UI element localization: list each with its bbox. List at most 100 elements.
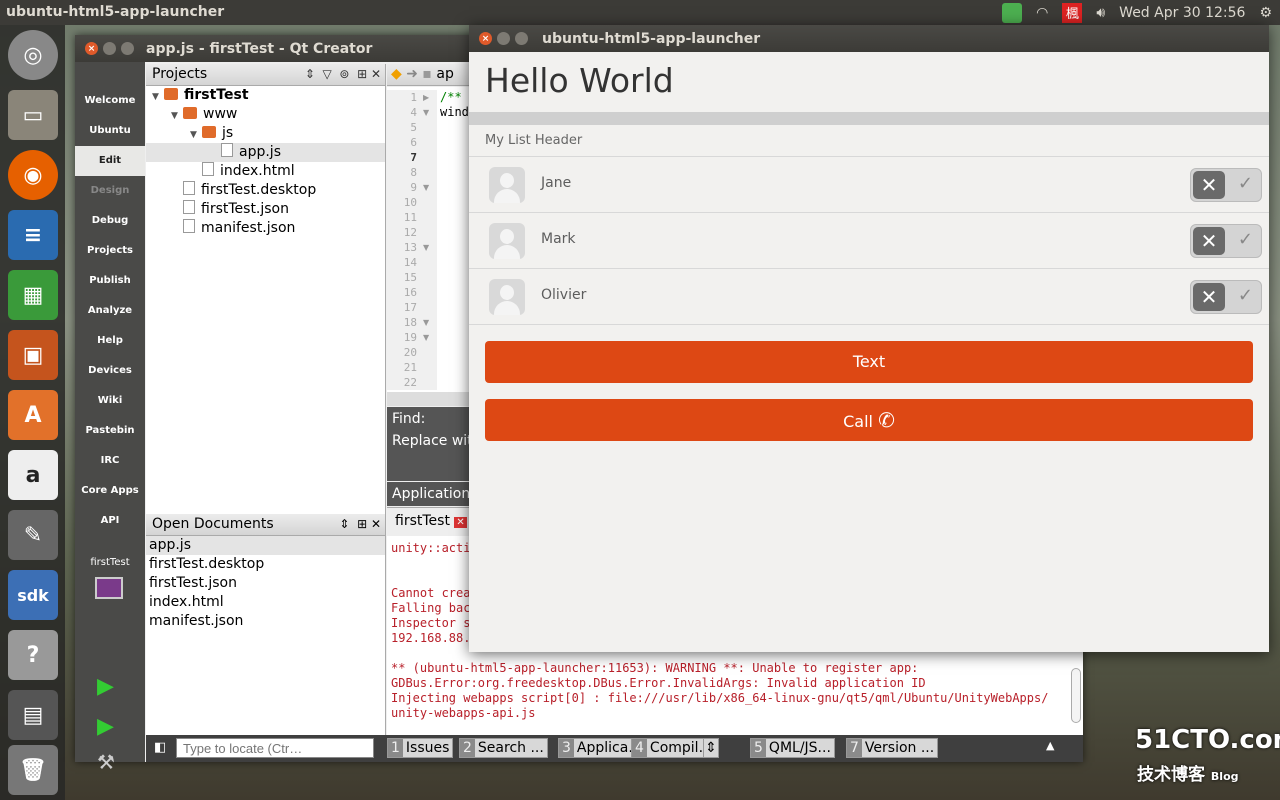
fold-marker-icon[interactable]: ▼ bbox=[423, 180, 429, 195]
mode-publish[interactable]: Publish bbox=[75, 266, 145, 296]
clock[interactable]: Wed Apr 30 12:56 bbox=[1119, 5, 1245, 21]
ubuntu-dash-icon[interactable]: ◎ bbox=[8, 30, 58, 80]
tree-item[interactable]: firstTest.desktop bbox=[146, 181, 385, 200]
calc-icon[interactable]: ▦ bbox=[8, 270, 58, 320]
output-pane-tab-7[interactable]: 7 Version ... bbox=[846, 738, 939, 758]
open-document-item[interactable]: manifest.json bbox=[146, 612, 385, 631]
vertical-scrollbar[interactable] bbox=[1071, 668, 1081, 723]
workspaces-icon[interactable]: ▤ bbox=[8, 690, 58, 740]
output-pane-tab-5[interactable]: 5 QML/JS... bbox=[750, 738, 835, 758]
mode-design[interactable]: Design bbox=[75, 176, 145, 206]
open-document-item[interactable]: firstTest.json bbox=[146, 574, 385, 593]
mode-core-apps[interactable]: Core Apps bbox=[75, 476, 145, 506]
maximize-button[interactable] bbox=[121, 42, 134, 55]
power-gear-icon[interactable]: ⚙ bbox=[1259, 5, 1272, 21]
maximize-output-icon[interactable]: ▲ bbox=[1046, 739, 1054, 752]
minimize-button[interactable] bbox=[103, 42, 116, 55]
wifi-icon[interactable]: ◠ bbox=[1036, 5, 1048, 21]
tree-item[interactable]: index.html bbox=[146, 162, 385, 181]
status-bar: ◧ 1Issues2Search ...3Applica...4Compil..… bbox=[146, 735, 1083, 762]
fold-marker-icon[interactable]: ▶ bbox=[423, 90, 429, 105]
network-tray-icon[interactable] bbox=[1002, 3, 1023, 23]
firefox-icon[interactable]: ◉ bbox=[8, 150, 58, 200]
more-panes-button[interactable]: ⇕ bbox=[703, 738, 719, 758]
toggle-switch[interactable]: ✕ ✓ bbox=[1190, 168, 1262, 202]
amazon-icon[interactable]: a bbox=[8, 450, 58, 500]
output-pane-tab-1[interactable]: 1 Issues bbox=[387, 738, 454, 758]
mode-help[interactable]: Help bbox=[75, 326, 145, 356]
build-hammer-icon[interactable]: ⚒ bbox=[97, 750, 115, 774]
mode-wiki[interactable]: Wiki bbox=[75, 386, 145, 416]
run-button[interactable]: ▶ bbox=[97, 674, 114, 699]
help-icon[interactable]: ? bbox=[8, 630, 58, 680]
line-number: 12 bbox=[403, 226, 417, 239]
file-icon bbox=[183, 219, 195, 233]
tree-item-label: js bbox=[222, 125, 234, 141]
mode-analyze[interactable]: Analyze bbox=[75, 296, 145, 326]
pane-tools[interactable]: ⇕ ▽ ⊚ ⊞ ✕ bbox=[305, 64, 381, 85]
open-document-item[interactable]: index.html bbox=[146, 593, 385, 612]
files-icon[interactable]: ▭ bbox=[8, 90, 58, 140]
mode-api[interactable]: API bbox=[75, 506, 145, 536]
mode-devices[interactable]: Devices bbox=[75, 356, 145, 386]
text-button[interactable]: Text bbox=[485, 341, 1253, 383]
ubuntu-sdk-icon[interactable]: sdk bbox=[8, 570, 58, 620]
fold-marker-icon[interactable]: ▼ bbox=[423, 240, 429, 255]
trash-icon[interactable]: 🗑︎ bbox=[8, 745, 58, 795]
close-tab-icon[interactable]: ✕ bbox=[454, 517, 467, 528]
mode-pastebin[interactable]: Pastebin bbox=[75, 416, 145, 446]
tree-item-label: firstTest.json bbox=[201, 201, 289, 217]
expand-arrow-icon[interactable]: ▼ bbox=[152, 88, 164, 107]
forward-icon[interactable]: ➜ bbox=[406, 66, 418, 82]
back-icon[interactable]: ◆ bbox=[391, 66, 402, 82]
software-center-icon[interactable]: A bbox=[8, 390, 58, 440]
file-icon bbox=[221, 143, 233, 157]
system-settings-icon[interactable]: ✎ bbox=[8, 510, 58, 560]
minimize-button[interactable] bbox=[497, 32, 510, 45]
tree-item[interactable]: ▼ www bbox=[146, 105, 385, 124]
mode-welcome[interactable]: Welcome bbox=[75, 86, 145, 116]
call-button[interactable]: Call ✆ bbox=[485, 399, 1253, 441]
fold-marker-icon[interactable]: ▼ bbox=[423, 105, 429, 120]
open-document-item[interactable]: app.js bbox=[146, 536, 385, 555]
list-item[interactable]: Mark ✕ ✓ bbox=[469, 213, 1269, 269]
expand-arrow-icon[interactable]: ▼ bbox=[171, 107, 183, 126]
watermark-subtitle: 技术博客 Blog bbox=[1137, 765, 1239, 785]
impress-icon[interactable]: ▣ bbox=[8, 330, 58, 380]
tree-item[interactable]: ▼ firstTest bbox=[146, 86, 385, 105]
tree-item[interactable]: firstTest.json bbox=[146, 200, 385, 219]
debug-run-button[interactable]: ▶ bbox=[97, 714, 114, 739]
editor-file-tab[interactable]: ap bbox=[436, 66, 453, 82]
close-button[interactable]: × bbox=[479, 32, 492, 45]
mode-projects[interactable]: Projects bbox=[75, 236, 145, 266]
maximize-button[interactable] bbox=[515, 32, 528, 45]
open-document-item[interactable]: firstTest.desktop bbox=[146, 555, 385, 574]
tree-item[interactable]: app.js bbox=[146, 143, 385, 162]
volume-icon[interactable]: 🔊︎ bbox=[1096, 5, 1105, 21]
output-line: GDBus.Error:org.freedesktop.DBus.Error.I… bbox=[391, 676, 926, 690]
mode-edit[interactable]: Edit bbox=[75, 146, 145, 176]
mode-irc[interactable]: IRC bbox=[75, 446, 145, 476]
mode-ubuntu[interactable]: Ubuntu bbox=[75, 116, 145, 146]
input-method-icon[interactable]: 楓 bbox=[1062, 3, 1083, 23]
toggle-switch[interactable]: ✕ ✓ bbox=[1190, 280, 1262, 314]
tree-item[interactable]: manifest.json bbox=[146, 219, 385, 238]
pane-tools[interactable]: ⇕ ⊞ ✕ bbox=[339, 514, 381, 535]
fold-marker-icon[interactable]: ▼ bbox=[423, 315, 429, 330]
output-pane-tab-2[interactable]: 2 Search ... bbox=[459, 738, 548, 758]
list-item[interactable]: Jane ✕ ✓ bbox=[469, 157, 1269, 213]
target-device-icon[interactable] bbox=[95, 577, 123, 599]
tab-number: 2 bbox=[460, 739, 475, 757]
tree-item[interactable]: ▼ js bbox=[146, 124, 385, 143]
mode-debug[interactable]: Debug bbox=[75, 206, 145, 236]
expand-arrow-icon[interactable]: ▼ bbox=[190, 126, 202, 145]
toggle-switch[interactable]: ✕ ✓ bbox=[1190, 224, 1262, 258]
fold-marker-icon[interactable]: ▼ bbox=[423, 330, 429, 345]
locator-input[interactable] bbox=[176, 738, 374, 758]
list-item[interactable]: Olivier ✕ ✓ bbox=[469, 269, 1269, 325]
line-number: 11 bbox=[403, 211, 417, 224]
writer-icon[interactable]: ≡ bbox=[8, 210, 58, 260]
app-title-bar[interactable]: × ubuntu-html5-app-launcher bbox=[469, 25, 1269, 52]
close-button[interactable]: × bbox=[85, 42, 98, 55]
toggle-sidebar-icon[interactable]: ◧ bbox=[154, 740, 166, 755]
